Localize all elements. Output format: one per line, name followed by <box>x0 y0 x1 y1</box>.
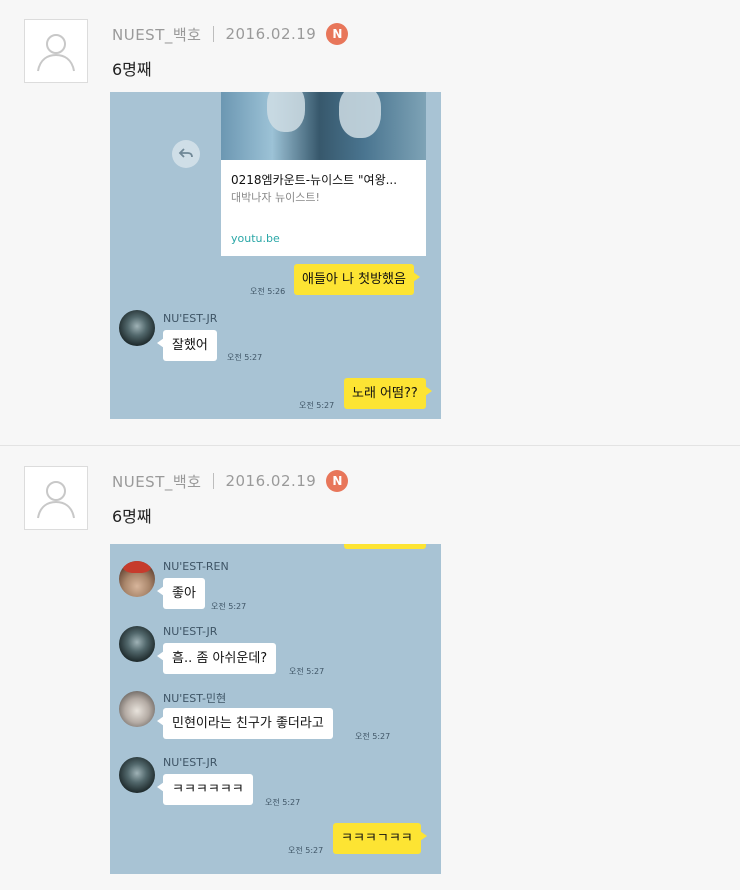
sender-avatar <box>119 757 155 793</box>
message-time: 오전 5:27 <box>289 667 325 676</box>
user-avatar[interactable] <box>24 19 88 83</box>
post-date: 2016.02.19 <box>225 25 317 43</box>
my-message-bubble: 노래 어떰?? <box>344 378 432 409</box>
new-badge-icon: N <box>326 23 349 45</box>
other-message-bubble: ㅋㅋㅋㅋㅋㅋ <box>157 774 253 805</box>
message-time: 오전 5:27 <box>355 732 391 741</box>
post-text: 6명째 <box>112 60 152 79</box>
link-description: 대박나자 뉴이스트! <box>231 191 320 204</box>
post-meta: NUEST_백호 2016.02.19 N <box>112 470 349 492</box>
link-title: 0218엠카운트-뉴이스트 "여왕... <box>231 173 398 187</box>
comment-post-1: NUEST_백호 2016.02.19 N 6명째 0218엠카운트-뉴이스트 … <box>0 0 740 445</box>
person-silhouette-icon <box>37 481 75 519</box>
sender-avatar <box>119 691 155 727</box>
cropped-message-bubble <box>344 544 426 549</box>
post-text: 6명째 <box>112 507 152 526</box>
sender-name: NU'EST-민현 <box>163 692 227 705</box>
message-time: 오전 5:27 <box>299 401 335 410</box>
comment-post-2: NUEST_백호 2016.02.19 N 6명째 NU'EST-REN 좋아 … <box>0 447 740 890</box>
link-url[interactable]: youtu.be <box>231 232 280 245</box>
sender-name: NU'EST-REN <box>163 560 229 573</box>
message-time: 오전 5:27 <box>265 798 301 807</box>
sender-name: NU'EST-JR <box>163 625 218 638</box>
my-message-bubble: ㅋㅋㅋㄱㅋㅋ <box>333 823 427 854</box>
my-message-bubble: 애들아 나 첫방했음 <box>294 264 420 295</box>
share-arrow-icon <box>172 140 200 168</box>
message-time: 오전 5:26 <box>250 287 286 296</box>
user-avatar[interactable] <box>24 466 88 530</box>
post-divider <box>0 445 740 446</box>
sender-name: NU'EST-JR <box>163 312 218 325</box>
sender-avatar <box>119 626 155 662</box>
sender-avatar <box>119 310 155 346</box>
link-preview-card[interactable]: 0218엠카운트-뉴이스트 "여왕... 대박나자 뉴이스트! youtu.be <box>221 92 426 256</box>
author-name[interactable]: NUEST_백호 <box>112 471 201 492</box>
sender-avatar <box>119 561 155 597</box>
post-date: 2016.02.19 <box>225 472 317 490</box>
person-silhouette-icon <box>37 34 75 72</box>
chat-screenshot: 0218엠카운트-뉴이스트 "여왕... 대박나자 뉴이스트! youtu.be… <box>110 92 441 419</box>
message-time: 오전 5:27 <box>227 353 263 362</box>
sender-name: NU'EST-JR <box>163 756 218 769</box>
other-message-bubble: 흠.. 좀 아쉬운데? <box>156 643 277 674</box>
post-meta: NUEST_백호 2016.02.19 N <box>112 23 349 45</box>
new-badge-icon: N <box>326 470 349 492</box>
other-message-bubble: 잘했어 <box>157 330 217 361</box>
message-time: 오전 5:27 <box>288 846 324 855</box>
chat-screenshot: NU'EST-REN 좋아 오전 5:27 NU'EST-JR 흠.. 좀 아쉬… <box>110 544 441 874</box>
divider <box>213 473 215 489</box>
link-thumbnail <box>221 92 426 160</box>
divider <box>213 26 215 42</box>
message-time: 오전 5:27 <box>211 602 247 611</box>
other-message-bubble: 좋아 <box>157 578 205 609</box>
author-name[interactable]: NUEST_백호 <box>112 24 201 45</box>
other-message-bubble: 민현이라는 친구가 좋더라고 <box>157 708 333 739</box>
